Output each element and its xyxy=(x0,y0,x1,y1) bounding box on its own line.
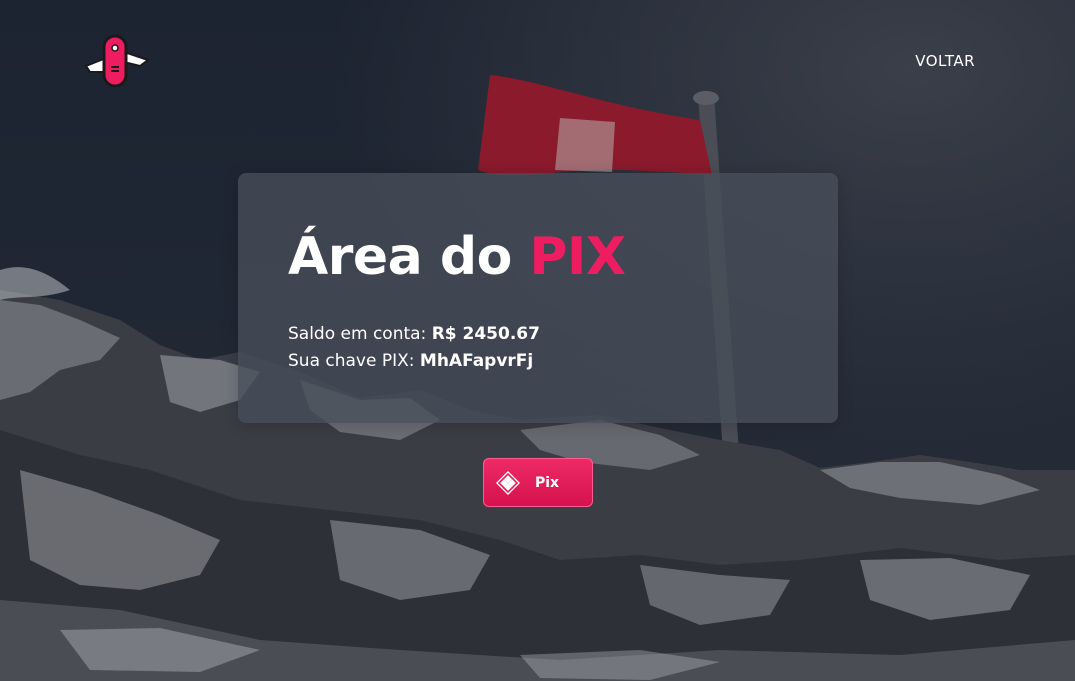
pix-button[interactable]: Pix xyxy=(483,458,593,507)
pix-icon xyxy=(496,470,520,495)
pix-key-row: Sua chave PIX: MhAFapvrFj xyxy=(288,348,540,375)
account-info: Saldo em conta: R$ 2450.67 Sua chave PIX… xyxy=(288,321,540,375)
logo-pocket-knife-icon[interactable] xyxy=(80,32,152,90)
page-title-accent: PIX xyxy=(529,227,626,287)
pix-button-label: Pix xyxy=(535,474,560,491)
pix-key-value: MhAFapvrFj xyxy=(419,351,534,371)
pix-key-label: Sua chave PIX: xyxy=(288,351,420,371)
balance-row: Saldo em conta: R$ 2450.67 xyxy=(288,321,540,348)
balance-label: Saldo em conta: xyxy=(288,324,432,344)
back-link[interactable]: VOLTAR xyxy=(915,52,975,70)
page-title: Área do PIX xyxy=(288,231,626,283)
page-title-prefix: Área do xyxy=(288,227,530,287)
pix-area-card: Área do PIX Saldo em conta: R$ 2450.67 S… xyxy=(238,173,838,423)
balance-value: R$ 2450.67 xyxy=(431,324,540,344)
